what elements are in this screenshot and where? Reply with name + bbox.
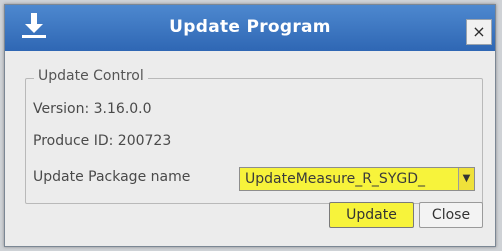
window-title: Update Program: [169, 17, 331, 37]
update-button[interactable]: Update: [329, 202, 414, 228]
close-icon[interactable]: ×: [466, 19, 492, 45]
package-select[interactable]: UpdateMeasure_R_SYGD_ ▼: [239, 167, 475, 191]
package-select-value: UpdateMeasure_R_SYGD_: [245, 171, 425, 187]
title-bar: Update Program ×: [5, 5, 495, 51]
package-name-label: Update Package name: [33, 169, 191, 185]
produce-id-label: Produce ID: 200723: [33, 133, 172, 149]
update-program-window: Update Program × Update Control Version:…: [4, 4, 496, 247]
group-legend: Update Control: [34, 68, 148, 84]
version-label: Version: 3.16.0.0: [33, 101, 152, 117]
close-button[interactable]: Close: [419, 202, 483, 228]
chevron-down-icon[interactable]: ▼: [458, 168, 474, 190]
